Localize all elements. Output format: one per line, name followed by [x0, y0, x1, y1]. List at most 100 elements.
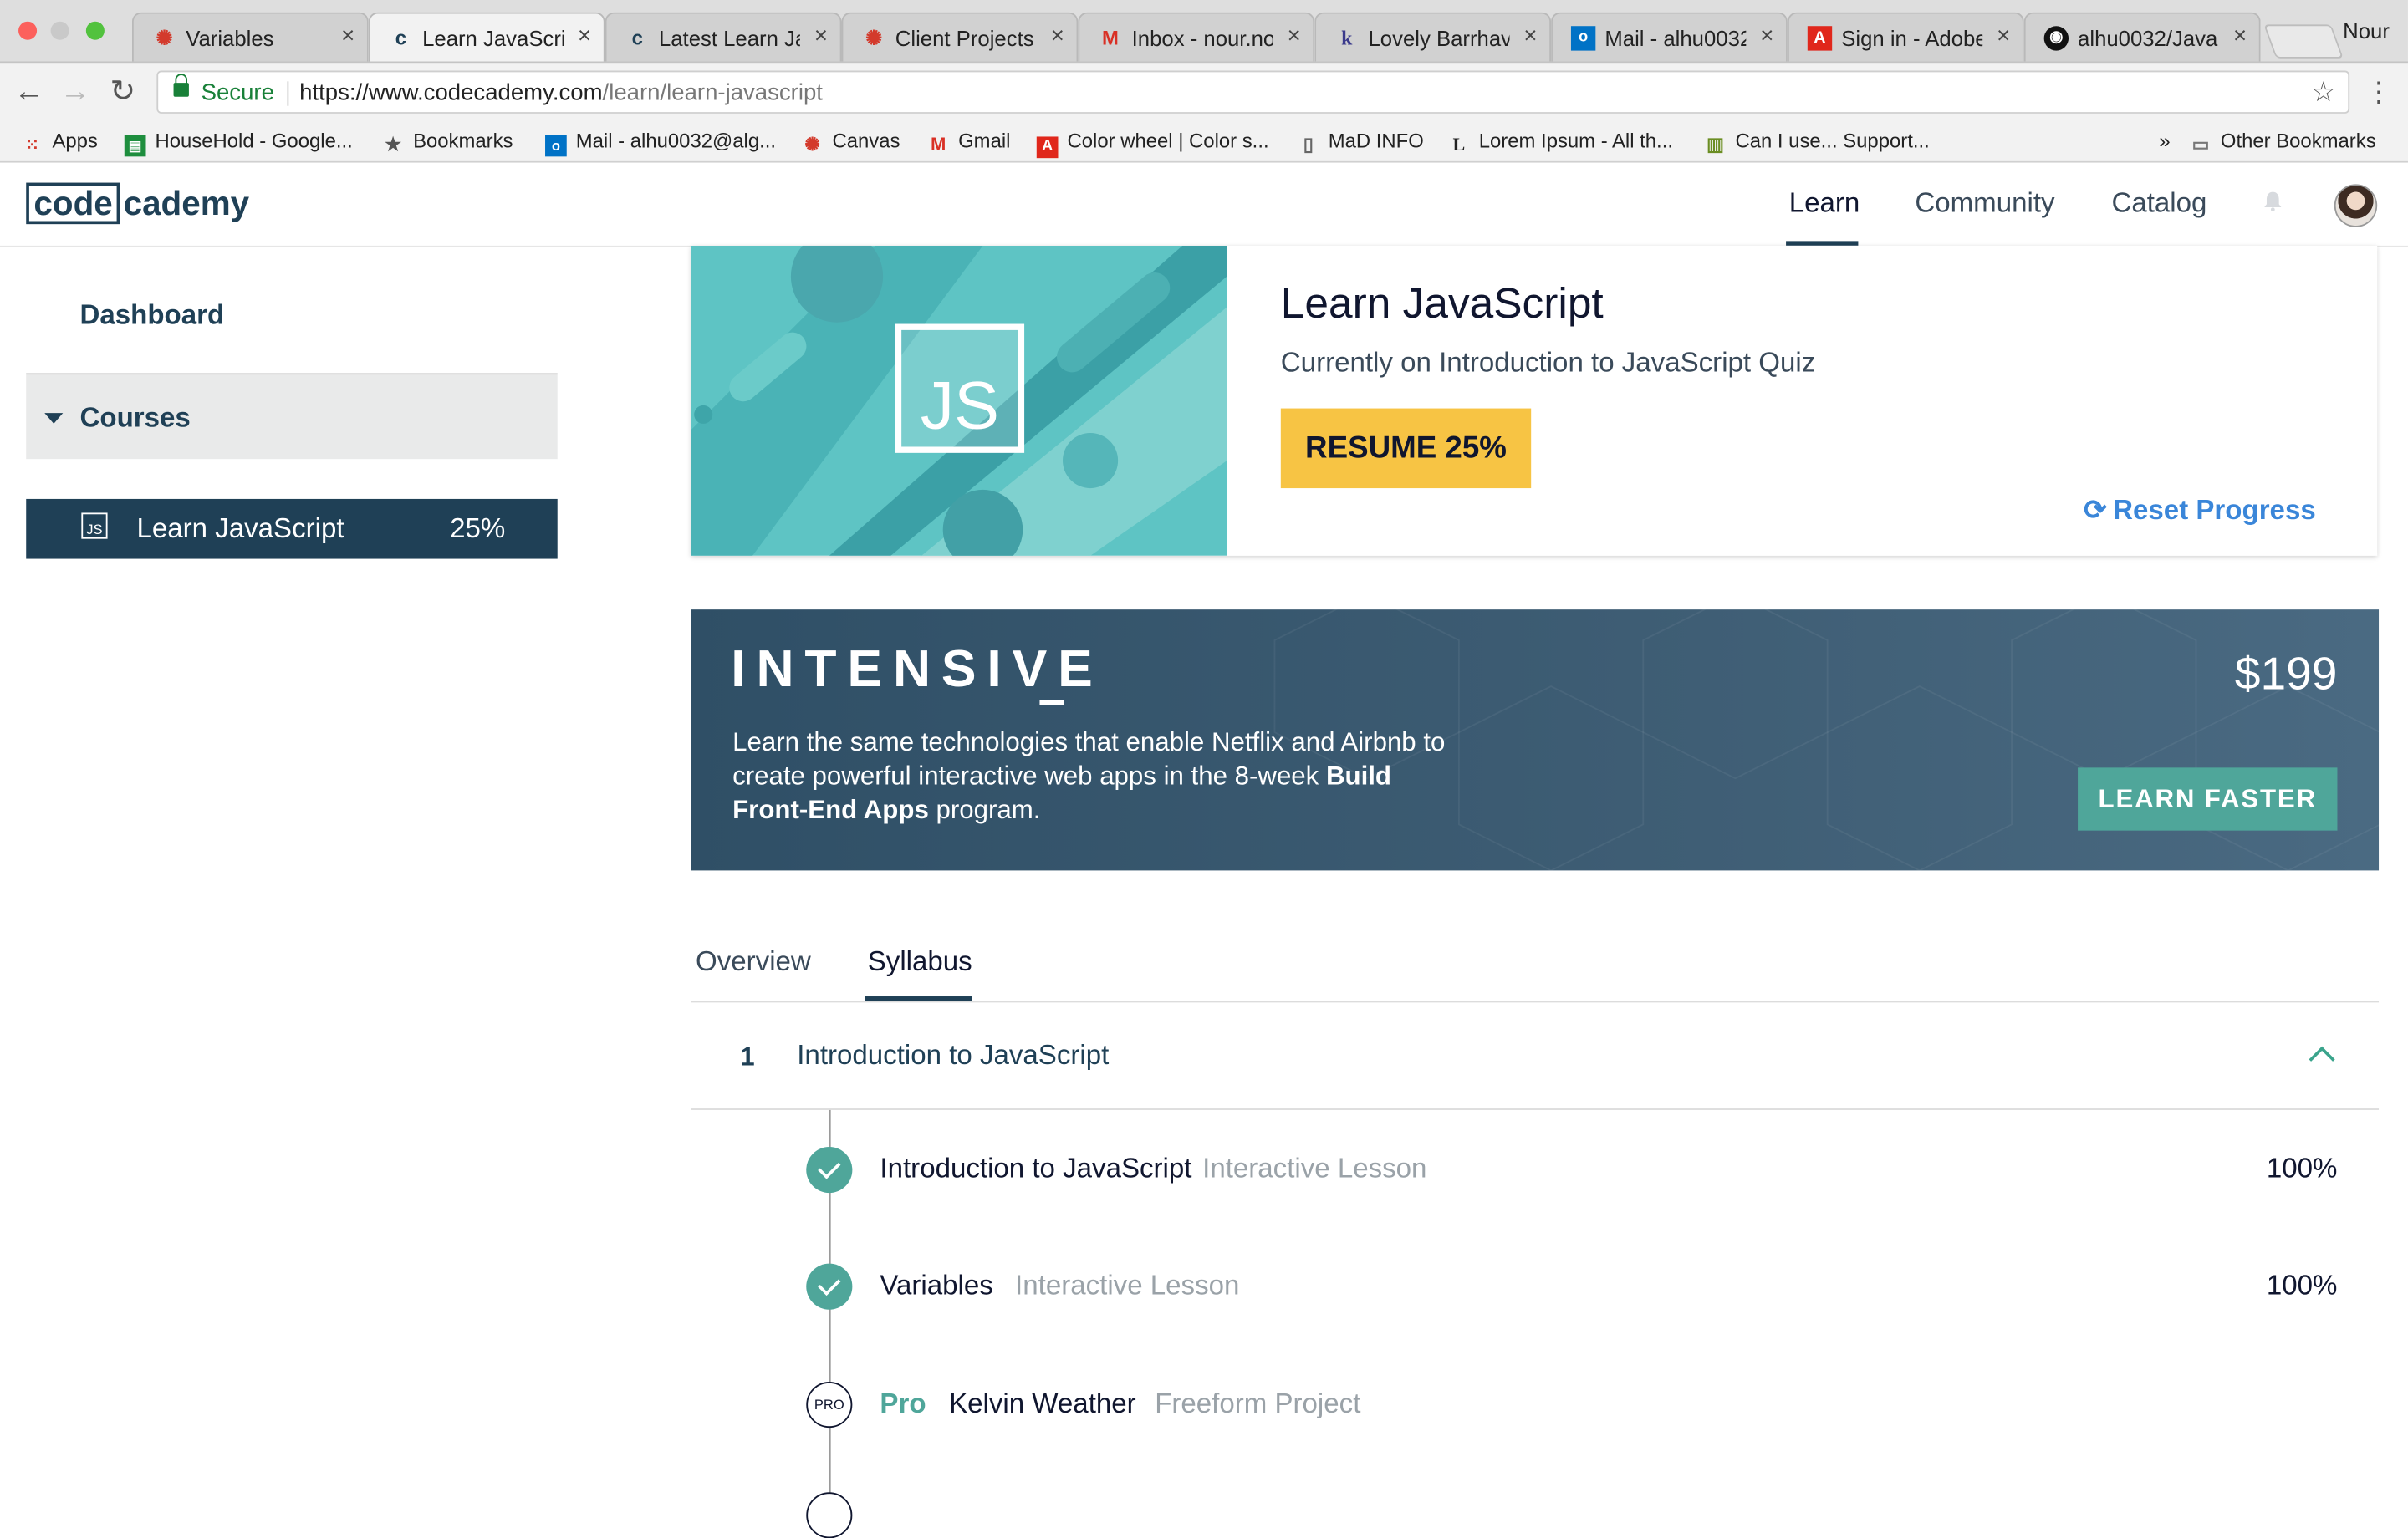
close-tab-icon[interactable]: × — [1288, 23, 1301, 48]
javascript-course-icon: JS — [895, 323, 1025, 453]
nav-catalog[interactable]: Catalog — [2111, 187, 2206, 220]
tab-title: Learn JavaScrip — [422, 26, 564, 51]
checkmark-icon — [806, 1147, 853, 1194]
tab-syllabus[interactable]: Syllabus — [868, 945, 972, 978]
minimize-window-button[interactable] — [50, 21, 69, 40]
browser-tab[interactable]: ✺ Variables × — [131, 12, 369, 62]
browser-tab[interactable]: M Inbox - nour.no × — [1078, 12, 1315, 62]
close-tab-icon[interactable]: × — [578, 23, 591, 48]
address-bar[interactable]: Secure https://www.codecademy.com/learn/… — [156, 70, 2350, 114]
user-avatar[interactable] — [2334, 184, 2378, 227]
browser-tab[interactable]: ◉ alhu0032/Java × — [2023, 12, 2261, 62]
bookmark-mail[interactable]: o Mail - alhu0032@alg... — [545, 127, 776, 157]
lesson-link[interactable]: Introduction to JavaScript — [880, 1153, 1191, 1185]
bell-icon[interactable] — [2262, 191, 2283, 212]
chevron-up-icon[interactable] — [2309, 1046, 2335, 1072]
adobe-icon: A — [1807, 26, 1833, 51]
adobe-icon: A — [1036, 136, 1059, 159]
browser-profile-name[interactable]: Nour — [2343, 18, 2390, 43]
bookmark-gmail[interactable]: M Gmail — [927, 127, 1010, 155]
nav-learn[interactable]: Learn — [1789, 187, 1860, 220]
github-icon: ◉ — [2043, 26, 2069, 51]
bookmark-caniuse[interactable]: ▥ Can I use... Support... — [1705, 127, 1930, 155]
sidebar-dashboard-link[interactable]: Dashboard — [80, 299, 225, 332]
browser-tab-strip: ✺ Variables × c Learn JavaScrip × c Late… — [0, 0, 2408, 64]
close-tab-icon[interactable]: × — [1997, 23, 2010, 48]
lorem-icon: L — [1452, 133, 1466, 155]
tab-title: alhu0032/Java — [2078, 26, 2218, 51]
bookmark-mad-info[interactable]: ▯ MaD INFO — [1298, 127, 1424, 155]
tabs-divider — [691, 1001, 2380, 1003]
bookmark-bookmarks[interactable]: ★ Bookmarks — [382, 127, 513, 155]
browser-tab[interactable]: ✺ Client Projects × — [841, 12, 1079, 62]
divider — [287, 81, 289, 106]
resume-button[interactable]: RESUME 25% — [1280, 408, 1532, 489]
intensive-description: Learn the same technologies that enable … — [732, 726, 1454, 828]
bookmark-label: MaD INFO — [1328, 129, 1424, 152]
bookmark-label: Can I use... Support... — [1735, 129, 1930, 152]
browser-menu-icon[interactable]: ⋮ — [2365, 75, 2393, 109]
star-icon: ★ — [385, 133, 402, 155]
learn-faster-button[interactable]: LEARN FASTER — [2078, 767, 2338, 831]
refresh-icon: ⟳ — [2084, 494, 2107, 526]
bookmark-household[interactable]: ▤ HouseHold - Google... — [124, 127, 353, 157]
back-arrow-icon[interactable]: ← — [13, 75, 46, 109]
codecademy-icon: c — [395, 26, 407, 49]
sidebar-course-learn-javascript[interactable]: JS Learn JavaScript 25% — [26, 498, 558, 559]
browser-tab[interactable]: A Sign in - Adobe × — [1787, 12, 2024, 62]
more-bookmarks-chevron-icon[interactable]: » — [2159, 127, 2170, 155]
k-icon: k — [1341, 26, 1353, 49]
javascript-icon: JS — [81, 512, 108, 539]
tab-overview[interactable]: Overview — [696, 945, 811, 978]
lesson-link[interactable]: Variables — [880, 1270, 992, 1302]
apps-grid-icon: ⁙ — [25, 136, 40, 155]
lock-icon — [173, 74, 189, 97]
sidebar-courses-toggle[interactable]: Courses — [26, 373, 558, 460]
bookmark-apps[interactable]: ⁙ Apps — [22, 127, 98, 156]
close-tab-icon[interactable]: × — [814, 23, 828, 48]
course-name: Learn JavaScript — [136, 512, 344, 544]
nav-community[interactable]: Community — [1915, 187, 2054, 220]
url-text[interactable]: https://www.codecademy.com/learn/learn-j… — [299, 80, 823, 106]
caret-down-icon — [44, 413, 64, 424]
browser-tab[interactable]: c Latest Learn Ja × — [605, 12, 842, 62]
sheets-icon: ▤ — [124, 135, 146, 157]
lesson-percent: 100% — [2266, 1153, 2338, 1184]
bookmark-lorem-ipsum[interactable]: L Lorem Ipsum - All th... — [1448, 127, 1672, 155]
new-tab-button[interactable] — [2263, 24, 2344, 59]
close-tab-icon[interactable]: × — [1760, 23, 1773, 48]
bookmark-star-icon[interactable]: ☆ — [2311, 77, 2336, 109]
close-tab-icon[interactable]: × — [2233, 23, 2247, 48]
bookmark-label: Color wheel | Color s... — [1067, 129, 1269, 152]
bookmark-canvas[interactable]: ✺ Canvas — [802, 127, 900, 155]
lesson-type: Interactive Lesson — [1015, 1269, 1240, 1301]
secure-label: Secure — [201, 79, 274, 106]
lesson-percent: 100% — [2266, 1269, 2338, 1301]
bookmark-color-wheel[interactable]: A Color wheel | Color s... — [1036, 127, 1269, 159]
reload-icon[interactable]: ↻ — [106, 75, 140, 109]
project-link[interactable]: Kelvin Weather — [949, 1388, 1136, 1420]
unit-title[interactable]: Introduction to JavaScript — [797, 1039, 1109, 1072]
close-tab-icon[interactable]: × — [1051, 23, 1064, 48]
lesson-type: Interactive Lesson — [1202, 1153, 1427, 1184]
codecademy-logo[interactable]: code cademy — [26, 182, 249, 226]
logo-box-text: code — [26, 182, 120, 225]
folder-icon: ▭ — [2191, 133, 2210, 155]
browser-toolbar: ← → ↻ Secure https://www.codecademy.com/… — [0, 63, 2408, 122]
close-tab-icon[interactable]: × — [1523, 23, 1537, 48]
forward-arrow-icon[interactable]: → — [59, 75, 92, 109]
browser-tab[interactable]: k Lovely Barrhave × — [1314, 12, 1552, 62]
zoom-window-button[interactable] — [85, 21, 105, 40]
reset-progress-link[interactable]: ⟳ Reset Progress — [2084, 494, 2316, 527]
browser-tab-active[interactable]: c Learn JavaScrip × — [368, 12, 605, 62]
pro-badge-icon: PRO — [806, 1382, 853, 1429]
outlook-icon: o — [545, 135, 567, 157]
close-window-button[interactable] — [18, 21, 38, 40]
close-tab-icon[interactable]: × — [341, 23, 355, 48]
courses-label: Courses — [79, 402, 191, 433]
reset-progress-label: Reset Progress — [2113, 494, 2316, 526]
browser-tab[interactable]: o Mail - alhu0032 × — [1551, 12, 1788, 62]
other-bookmarks[interactable]: ▭ Other Bookmarks — [2190, 127, 2376, 155]
bookmark-label: Apps — [52, 129, 98, 152]
bookmarks-bar: ⁙ Apps ▤ HouseHold - Google... ★ Bookmarks … — [0, 121, 2408, 163]
